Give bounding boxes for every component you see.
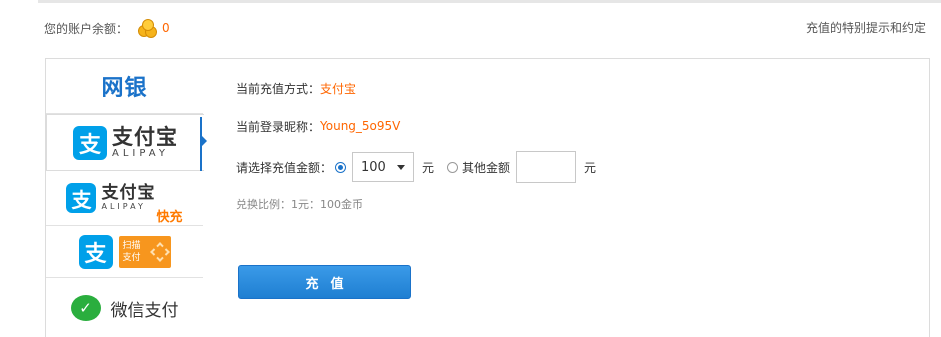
method-row: 当前充值方式： 支付宝 [236, 79, 356, 97]
sidebar-item-alipay-fast[interactable]: 支 支付宝 ALIPAY 快充 [46, 171, 203, 226]
nickname-label: 当前登录昵称： [236, 119, 321, 134]
alipay-icon: 支 [66, 183, 97, 213]
preset-amount-radio[interactable] [335, 161, 347, 173]
other-amount-label: 其他金额 [462, 160, 511, 175]
recharge-form: 当前充值方式： 支付宝 当前登录昵称： Young_5o95V 请选择充值金额：… [236, 59, 916, 337]
balance-value: 0 [162, 21, 170, 35]
amount-unit: 元 [422, 160, 435, 175]
active-indicator-arrow [200, 134, 207, 148]
ratio-row: 兑换比例：1元：100金币 [236, 195, 363, 213]
other-amount-radio[interactable] [447, 161, 459, 173]
nickname-value: Young_5o95V [320, 119, 401, 133]
alipay-icon: 支 [78, 234, 113, 269]
recharge-panel: 网银 支 支付宝 ALIPAY 支 支付宝 ALIPAY 快充 支 扫描 支付 [45, 58, 930, 337]
special-tips-link[interactable]: 充值的特别提示和约定 [806, 19, 941, 36]
alipay-fast-label-en: ALIPAY [101, 202, 146, 211]
alipay-label-cn: 支付宝 [112, 124, 178, 149]
method-value: 支付宝 [320, 81, 357, 96]
balance-label: 您的账户余额： [44, 21, 129, 36]
netbank-label: 网银 [101, 76, 148, 101]
wechat-icon: ✓ [70, 295, 101, 321]
sidebar-item-alipay-scan[interactable]: 支 扫描 支付 [46, 226, 203, 278]
sidebar-item-alipay[interactable]: 支 支付宝 ALIPAY [46, 114, 204, 171]
other-amount-unit: 元 [584, 160, 597, 175]
alipay-label-en: ALIPAY [112, 147, 169, 159]
other-amount-input[interactable] [516, 151, 577, 183]
sidebar-item-netbank[interactable]: 网银 [46, 59, 203, 114]
alipay-icon: 支 [73, 125, 107, 160]
scan-pay-badge: 扫描 支付 [118, 235, 171, 268]
method-label: 当前充值方式： [236, 81, 321, 96]
payment-method-sidebar: 网银 支 支付宝 ALIPAY 支 支付宝 ALIPAY 快充 支 扫描 支付 [46, 59, 204, 337]
wechat-label: 微信支付 [110, 300, 179, 321]
coins-icon [138, 18, 158, 38]
amount-row: 请选择充值金额： 100 元 其他金额 元 [236, 150, 606, 184]
top-divider [38, 0, 941, 3]
amount-label: 请选择充值金额： [236, 160, 333, 175]
scan-badge-line2: 支付 [122, 252, 141, 263]
amount-select[interactable]: 100 [352, 152, 415, 182]
alipay-fast-label-cn: 支付宝 [101, 183, 156, 203]
amount-select-value: 100 [361, 159, 386, 175]
scan-badge-line1: 扫描 [122, 240, 141, 251]
fast-charge-label: 快充 [156, 210, 183, 225]
chevron-down-icon [397, 164, 406, 170]
account-balance: 您的账户余额： 0 [44, 17, 170, 39]
exchange-ratio-text: 兑换比例：1元：100金币 [236, 198, 363, 211]
sidebar-item-wechat[interactable]: ✓ 微信支付 [46, 278, 203, 337]
nickname-row: 当前登录昵称： Young_5o95V [236, 117, 400, 135]
recharge-submit-button[interactable]: 充值 [238, 265, 411, 299]
